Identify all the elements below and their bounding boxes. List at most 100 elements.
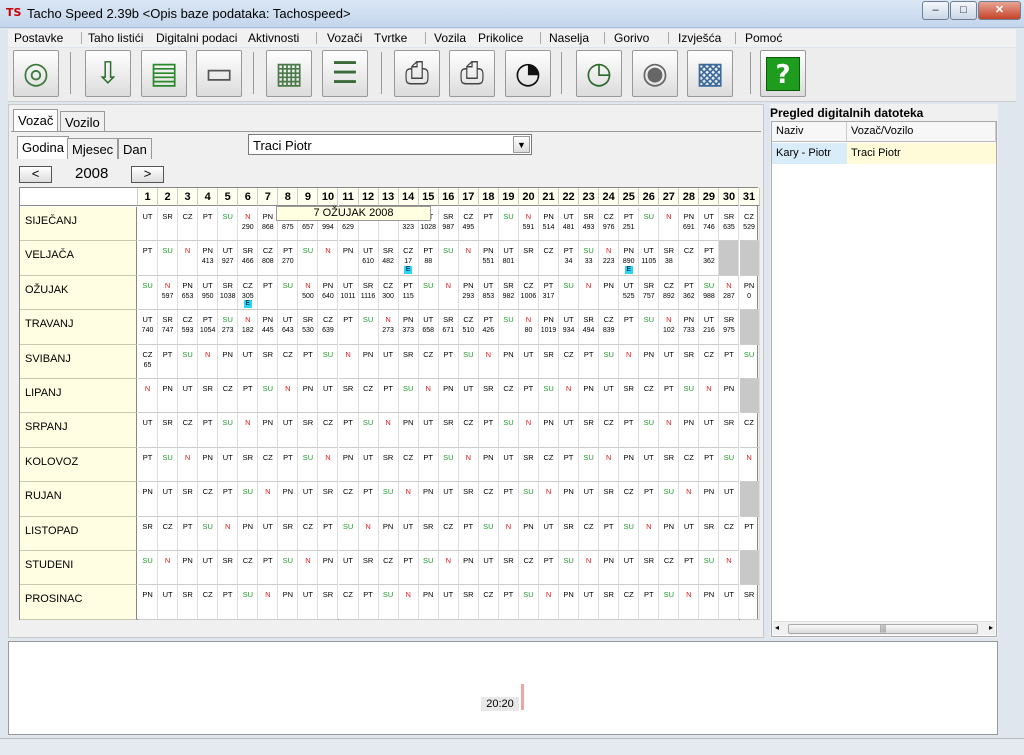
day-cell[interactable]: PT 115: [398, 275, 419, 311]
file-row-driver[interactable]: Traci Piotr: [847, 143, 996, 164]
day-cell[interactable]: UT 927: [218, 241, 239, 276]
day-cell[interactable]: CZ 529: [739, 207, 760, 242]
day-cell[interactable]: PN: [498, 344, 519, 379]
day-cell[interactable]: PN 640: [318, 275, 339, 311]
day-cell[interactable]: UT: [138, 413, 159, 448]
day-cell[interactable]: SU: [358, 413, 379, 448]
day-cell[interactable]: N: [418, 379, 439, 414]
day-cell[interactable]: PT: [539, 551, 560, 586]
day-cell[interactable]: N: [639, 516, 660, 551]
day-cell[interactable]: CZ: [358, 379, 379, 414]
day-cell[interactable]: PT 34: [559, 241, 580, 276]
day-cell[interactable]: N: [338, 344, 359, 379]
day-cell[interactable]: SU: [679, 379, 700, 414]
day-cell[interactable]: N 597: [158, 275, 179, 311]
day-cell[interactable]: UT: [318, 379, 339, 414]
day-cell[interactable]: SU: [639, 207, 660, 242]
day-cell[interactable]: UT: [579, 585, 600, 620]
day-cell[interactable]: N: [398, 585, 419, 620]
day-cell[interactable]: CZ: [699, 344, 720, 379]
day-cell[interactable]: CZ: [478, 482, 499, 517]
day-cell[interactable]: CZ 1006: [518, 275, 539, 311]
day-cell[interactable]: PT: [719, 344, 740, 379]
day-cell[interactable]: SR: [138, 516, 159, 551]
day-cell[interactable]: PN: [398, 413, 419, 448]
menu-3[interactable]: Digitalni podaci: [156, 31, 237, 45]
day-cell[interactable]: UT 746: [699, 207, 720, 242]
day-cell[interactable]: UT: [418, 413, 439, 448]
day-cell[interactable]: PT 1054: [198, 310, 219, 345]
day-cell[interactable]: SU: [498, 207, 519, 242]
day-cell[interactable]: PT 270: [278, 241, 299, 276]
day-cell[interactable]: PN: [699, 482, 720, 517]
day-cell[interactable]: PN 733: [679, 310, 700, 345]
day-cell[interactable]: SU: [699, 551, 720, 586]
list-numbered-button[interactable]: ☰: [322, 50, 368, 97]
column-header-naziv[interactable]: Naziv: [772, 122, 847, 142]
day-cell[interactable]: PT 88: [418, 241, 439, 276]
day-cell[interactable]: CZ: [458, 413, 479, 448]
day-cell[interactable]: PN: [559, 585, 580, 620]
day-cell[interactable]: PN: [338, 241, 359, 276]
day-cell[interactable]: SR: [639, 551, 660, 586]
day-cell[interactable]: UT: [518, 344, 539, 379]
day-cell[interactable]: PN: [478, 447, 499, 483]
day-cell[interactable]: CZ: [338, 482, 359, 517]
day-cell[interactable]: UT: [539, 516, 560, 551]
day-cell[interactable]: PN 691: [679, 207, 700, 242]
day-cell[interactable]: N: [518, 413, 539, 448]
day-cell[interactable]: CZ: [298, 516, 319, 551]
day-cell[interactable]: PN 373: [398, 310, 419, 345]
menu-4[interactable]: Aktivnosti: [248, 31, 299, 45]
day-cell[interactable]: CZ: [498, 379, 519, 414]
day-cell[interactable]: SU: [278, 275, 299, 311]
day-cell[interactable]: SU: [238, 482, 259, 517]
day-cell[interactable]: CZ: [158, 516, 179, 551]
day-cell[interactable]: N: [679, 482, 700, 517]
day-cell[interactable]: N: [198, 344, 219, 379]
day-cell[interactable]: PN: [138, 482, 159, 517]
day-cell[interactable]: PT: [679, 551, 700, 586]
day-cell[interactable]: SU: [378, 585, 399, 620]
day-cell[interactable]: UT: [218, 447, 239, 483]
scroll-thumb[interactable]: |||: [788, 624, 978, 634]
next-year-button[interactable]: >: [131, 166, 164, 183]
day-cell[interactable]: SR 671: [438, 310, 459, 345]
day-cell[interactable]: CZ 976: [599, 207, 620, 242]
keypad-button[interactable]: ▦: [266, 50, 312, 97]
day-cell[interactable]: PT: [338, 310, 359, 345]
day-cell[interactable]: N: [298, 551, 319, 586]
day-cell[interactable]: PT: [579, 344, 600, 379]
day-cell[interactable]: CZ 510: [458, 310, 479, 345]
day-cell[interactable]: N: [498, 516, 519, 551]
card-reader-button[interactable]: ▭: [196, 50, 242, 97]
day-cell[interactable]: PT: [498, 482, 519, 517]
day-cell[interactable]: SR: [458, 482, 479, 517]
day-cell[interactable]: PT: [198, 413, 219, 448]
tab-godina[interactable]: Godina: [17, 136, 69, 159]
day-cell[interactable]: PT: [178, 516, 199, 551]
disc-stack-button[interactable]: ◉: [632, 50, 678, 97]
day-cell[interactable]: N: [599, 447, 620, 483]
day-cell[interactable]: UT: [398, 516, 419, 551]
day-cell[interactable]: SR: [599, 482, 620, 517]
day-cell[interactable]: PN: [599, 275, 620, 311]
day-cell[interactable]: CZ: [619, 482, 640, 517]
day-cell[interactable]: N: [539, 585, 560, 620]
day-cell[interactable]: CZ 593: [178, 310, 199, 345]
day-cell[interactable]: CZ: [218, 379, 239, 414]
day-cell[interactable]: PN 0: [739, 275, 760, 311]
day-cell[interactable]: UT 643: [278, 310, 299, 345]
day-cell[interactable]: N: [659, 207, 680, 242]
day-cell[interactable]: SR: [398, 344, 419, 379]
day-cell[interactable]: PN 293: [458, 275, 479, 311]
day-cell[interactable]: N: [158, 551, 179, 586]
day-cell[interactable]: UT: [639, 447, 660, 483]
day-cell[interactable]: CZ 17 E: [398, 241, 419, 276]
day-cell[interactable]: SR: [739, 585, 760, 620]
day-cell[interactable]: SU: [158, 447, 179, 483]
day-cell[interactable]: UT: [478, 551, 499, 586]
scroll-left-icon[interactable]: ◂: [775, 623, 779, 632]
ddd-download-button[interactable]: ⇩: [85, 50, 131, 97]
day-cell[interactable]: PN: [358, 344, 379, 379]
